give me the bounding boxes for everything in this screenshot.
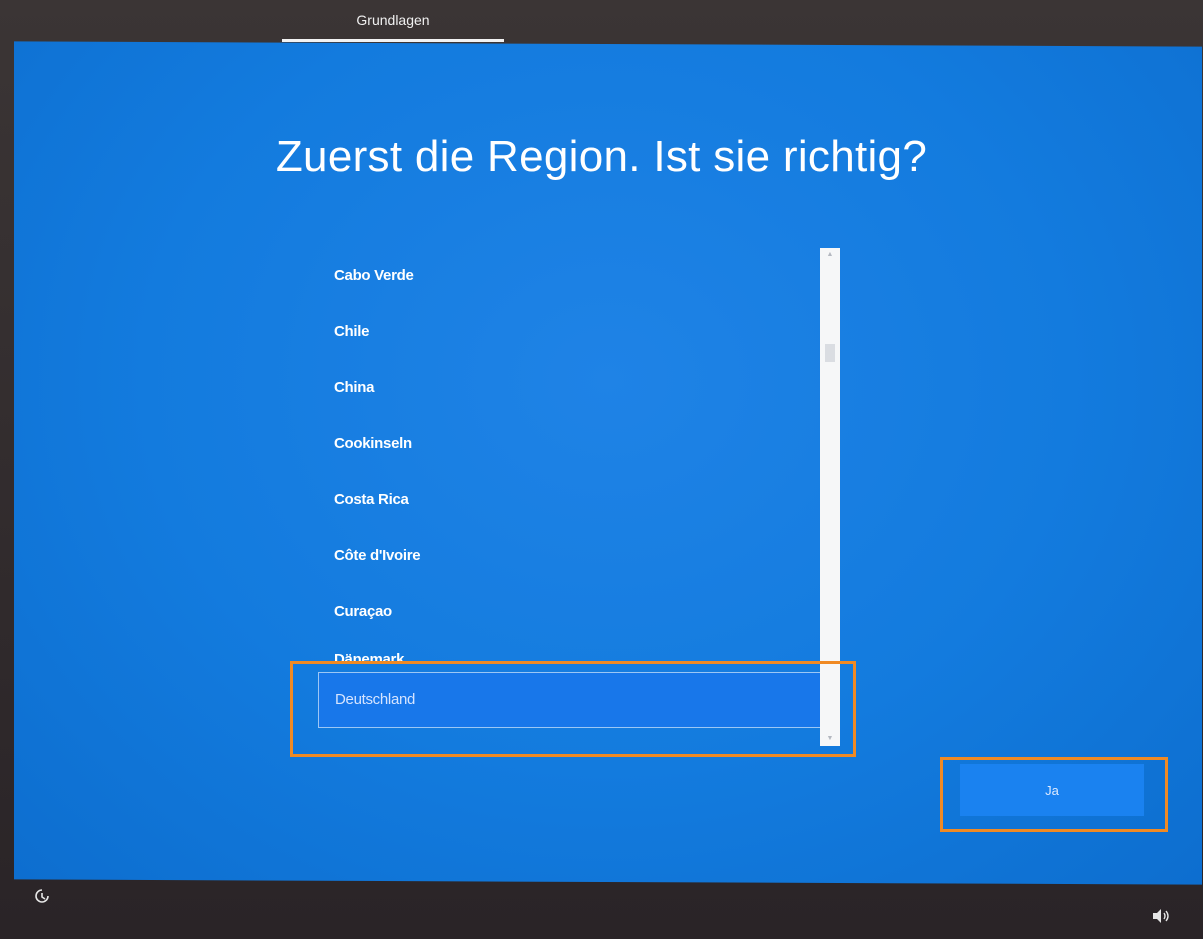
scrollbar-thumb[interactable]: [825, 344, 835, 362]
region-list[interactable]: Cabo Verde Chile China Cookinseln Costa …: [318, 248, 842, 758]
region-item[interactable]: Côte d'Ivoire: [318, 528, 842, 584]
region-item[interactable]: Costa Rica: [318, 472, 842, 528]
region-item[interactable]: China: [318, 360, 842, 416]
volume-icon[interactable]: [1151, 908, 1171, 924]
region-item[interactable]: Curaçao: [318, 584, 842, 640]
scroll-down-icon[interactable]: ▼: [820, 734, 840, 744]
region-item[interactable]: Cookinseln: [318, 416, 842, 472]
region-item-selected[interactable]: Deutschland: [318, 672, 824, 728]
yes-button[interactable]: Ja: [960, 764, 1144, 816]
tab-basics: Grundlagen: [282, 8, 504, 42]
region-list-scrollbar[interactable]: ▲ ▼: [820, 248, 840, 746]
scroll-up-icon[interactable]: ▲: [820, 250, 840, 260]
top-bar: Grundlagen: [0, 0, 1203, 46]
region-item[interactable]: Chile: [318, 304, 842, 360]
tab-basics-label: Grundlagen: [356, 12, 430, 28]
region-item[interactable]: Cabo Verde: [318, 248, 842, 304]
oobe-frame: Grundlagen Zuerst die Region. Ist sie ri…: [0, 0, 1203, 939]
tab-active-indicator: [282, 39, 504, 42]
page-title: Zuerst die Region. Ist sie richtig?: [275, 132, 928, 181]
accessibility-icon[interactable]: [34, 888, 50, 904]
region-item[interactable]: Dänemark: [318, 640, 842, 672]
